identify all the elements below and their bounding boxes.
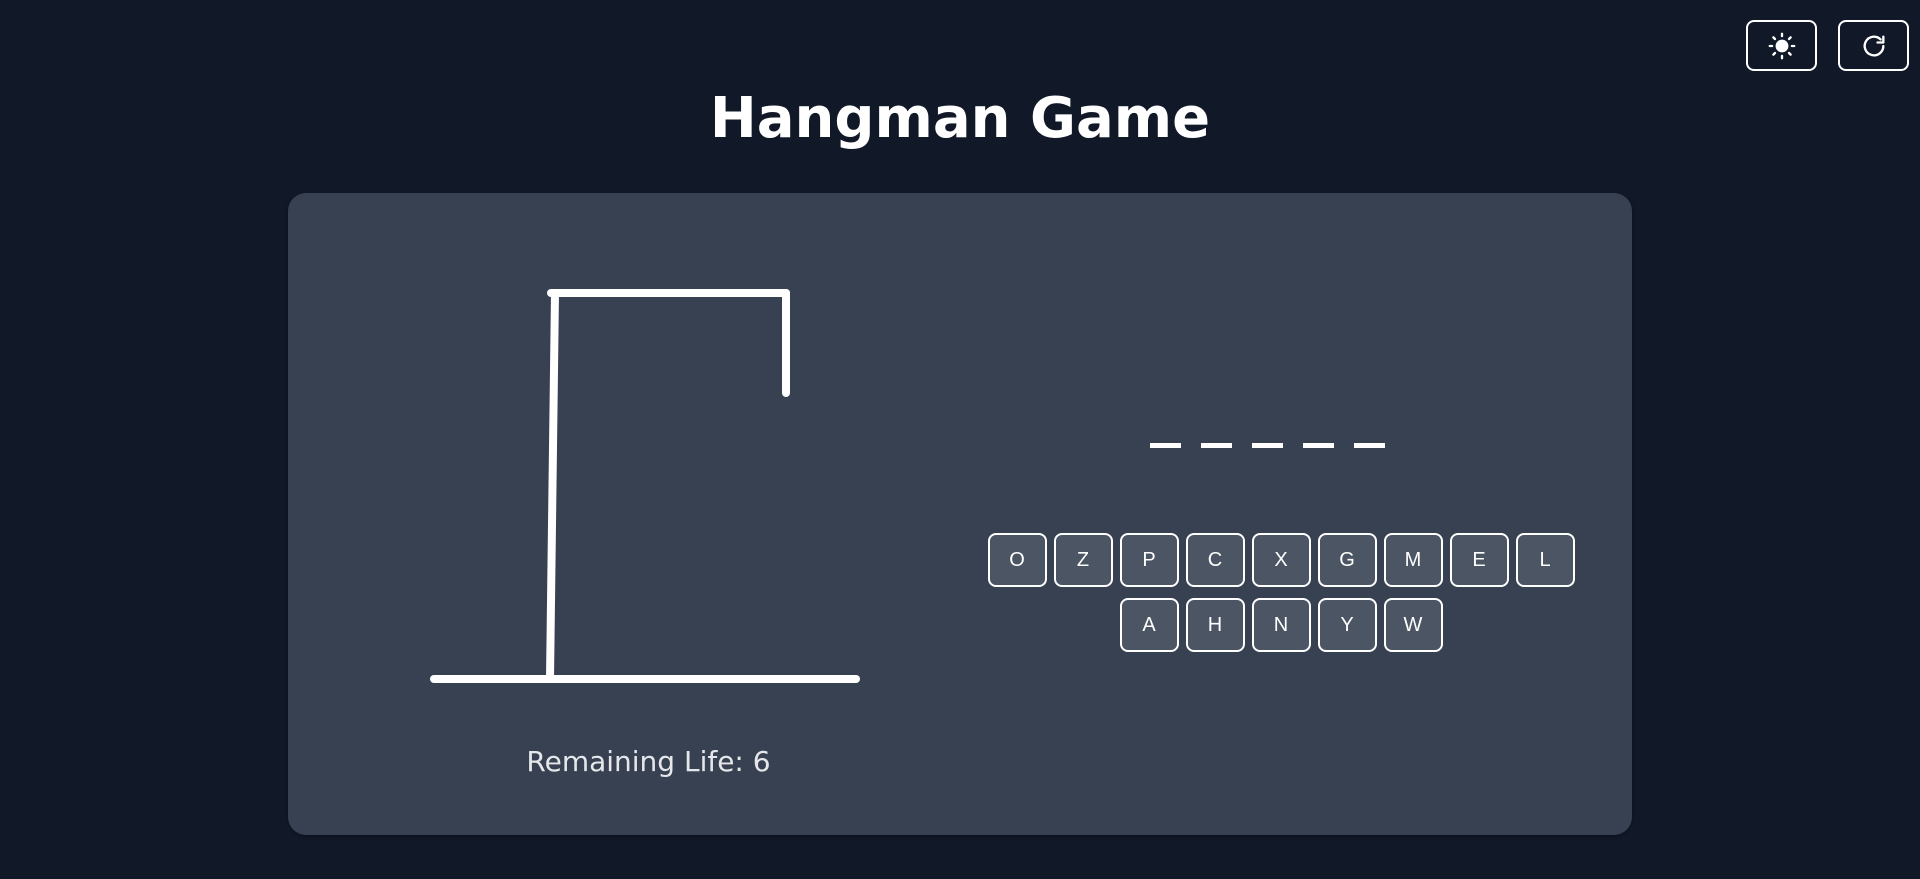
letter-key-c[interactable]: C: [1185, 533, 1245, 587]
top-controls: [1746, 20, 1909, 71]
theme-toggle-button[interactable]: [1746, 20, 1817, 71]
page-title: Hangman Game: [709, 86, 1211, 151]
letter-key-e[interactable]: E: [1449, 533, 1509, 587]
letter-key-z[interactable]: Z: [1053, 533, 1113, 587]
restart-button[interactable]: [1838, 20, 1909, 71]
word-display: [1150, 443, 1385, 448]
letter-key-x[interactable]: X: [1251, 533, 1311, 587]
letter-blank: [1303, 443, 1334, 448]
keyboard-row-2: A H N Y W: [976, 598, 1586, 652]
letter-blank: [1201, 443, 1232, 448]
letter-key-n[interactable]: N: [1251, 598, 1311, 652]
sun-icon: [1768, 32, 1795, 59]
game-card: Remaining Life: 6 O Z P C X G M E L A H: [288, 193, 1632, 835]
remaining-life-text: Remaining Life: 6: [526, 745, 771, 778]
letter-key-g[interactable]: G: [1317, 533, 1377, 587]
letter-key-h[interactable]: H: [1185, 598, 1245, 652]
gallows-drawing: [430, 289, 860, 683]
letter-key-l[interactable]: L: [1515, 533, 1575, 587]
letter-key-o[interactable]: O: [987, 533, 1047, 587]
letter-key-p[interactable]: P: [1119, 533, 1179, 587]
letter-blank: [1252, 443, 1283, 448]
letter-key-a[interactable]: A: [1119, 598, 1179, 652]
refresh-icon: [1863, 35, 1884, 56]
letter-key-y[interactable]: Y: [1317, 598, 1377, 652]
hangman-page: Hangman Game Remaining Life: 6 O Z P C X…: [0, 0, 1920, 879]
letter-blank: [1150, 443, 1181, 448]
letter-blank: [1354, 443, 1385, 448]
letter-key-w[interactable]: W: [1383, 598, 1443, 652]
keyboard-row-1: O Z P C X G M E L: [976, 533, 1586, 587]
letter-key-m[interactable]: M: [1383, 533, 1443, 587]
gallows-post: [546, 289, 559, 683]
letter-keyboard: O Z P C X G M E L A H N Y W: [976, 533, 1586, 663]
